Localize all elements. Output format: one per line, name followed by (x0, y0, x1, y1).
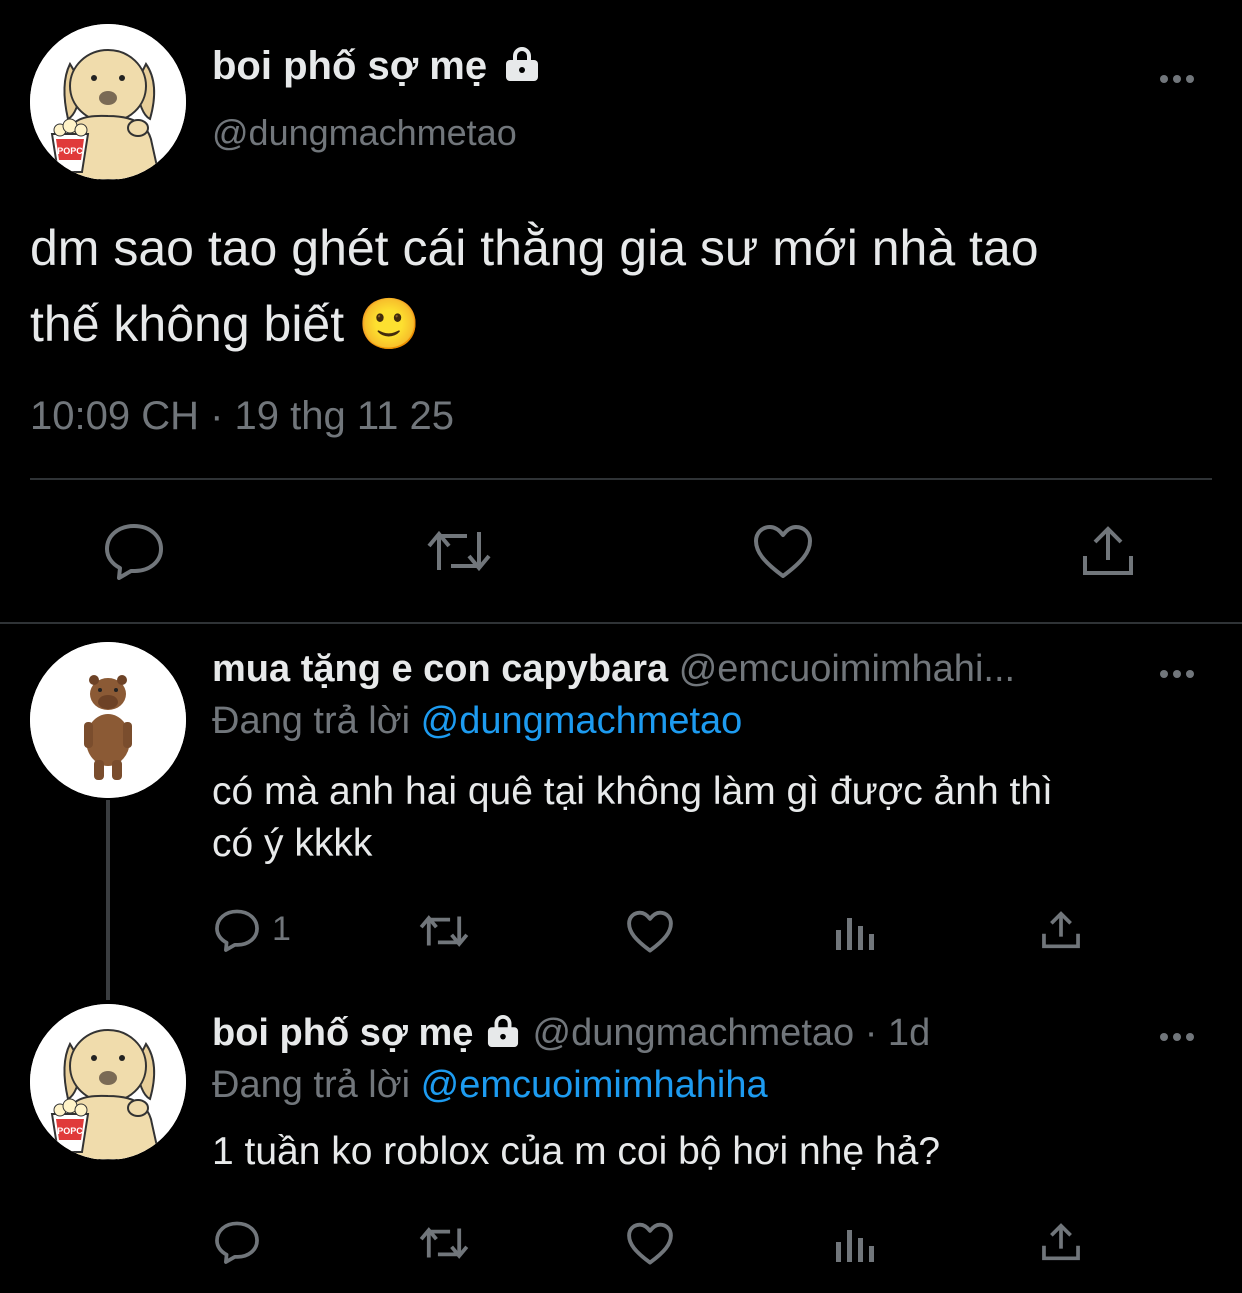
more-options-icon[interactable] (1160, 70, 1199, 88)
reply-text: có mà anh hai quê tại không làm gì được … (212, 766, 1053, 870)
reply-author-name[interactable]: boi phố sợ mẹ (212, 1012, 473, 1054)
author-handle[interactable]: @dungmachmetao (212, 112, 517, 154)
retweet-icon[interactable] (425, 526, 493, 576)
divider (30, 478, 1212, 480)
avatar-bucket-text: POPC (57, 146, 83, 156)
tweet-timestamp[interactable]: 10:09 CH · 19 thg 11 25 (30, 394, 454, 439)
tweet-text: dm sao tao ghét cái thằng gia sư mới nhà… (30, 210, 1039, 362)
reply-time[interactable]: · 1d (865, 1012, 930, 1054)
replying-to-label: Đang trả lời (212, 700, 411, 742)
author-display-name[interactable]: boi phố sợ mẹ (212, 44, 542, 89)
reply-header: mua tặng e con capybara @emcuoimimhahi..… (212, 648, 1015, 691)
reply-text-line: có ý kkkk (212, 822, 373, 865)
lock-icon (484, 1015, 522, 1047)
retweet-icon[interactable] (418, 1224, 470, 1262)
tweet-text-line: thế không biết 🙂 (30, 286, 1039, 362)
views-icon[interactable] (834, 1224, 876, 1264)
tweet-text-line: dm sao tao ghét cái thằng gia sư mới nhà… (30, 220, 1039, 276)
dog-popcorn-avatar-image: POPC (30, 24, 186, 180)
more-options-icon[interactable] (1160, 665, 1199, 683)
divider (0, 622, 1242, 624)
reply-text: 1 tuần ko roblox của m coi bộ hơi nhẹ hả… (212, 1130, 941, 1173)
share-icon[interactable] (1040, 1222, 1082, 1262)
replying-to-link[interactable]: @dungmachmetao (421, 700, 743, 742)
thread-connector-line (106, 800, 110, 1000)
share-icon[interactable] (1080, 524, 1136, 578)
reply-author-handle[interactable]: @emcuoimimhahi... (679, 648, 1015, 690)
retweet-icon[interactable] (418, 912, 470, 950)
display-name-text: boi phố sợ mẹ (212, 44, 488, 88)
reply-author-name[interactable]: mua tặng e con capybara (212, 648, 668, 690)
replying-to-label: Đang trả lời (212, 1064, 411, 1106)
reply-count: 1 (272, 910, 291, 948)
avatar[interactable]: POPC (30, 24, 186, 180)
reply-author-handle[interactable]: @dungmachmetao (533, 1012, 855, 1054)
like-icon[interactable] (626, 910, 674, 954)
avatar[interactable] (30, 642, 186, 798)
reply-icon[interactable] (214, 908, 260, 952)
more-options-icon[interactable] (1160, 1028, 1199, 1046)
avatar[interactable]: POPC (30, 1004, 186, 1160)
views-icon[interactable] (834, 912, 876, 952)
capybara-avatar-image (30, 642, 186, 798)
smile-emoji: 🙂 (358, 295, 421, 353)
replying-to-line: Đang trả lời @dungmachmetao (212, 700, 742, 743)
replying-to-link[interactable]: @emcuoimimhahiha (421, 1064, 768, 1106)
reply-icon[interactable] (214, 1220, 260, 1264)
avatar-bucket-text: POPC (57, 1126, 83, 1136)
dog-popcorn-avatar-image: POPC (30, 1004, 186, 1160)
like-icon[interactable] (626, 1222, 674, 1266)
reply-icon[interactable] (103, 522, 165, 580)
like-icon[interactable] (752, 524, 814, 580)
reply-text-line: có mà anh hai quê tại không làm gì được … (212, 770, 1053, 813)
reply-header: boi phố sợ mẹ @dungmachmetao · 1d (212, 1012, 930, 1055)
lock-icon (502, 47, 542, 81)
share-icon[interactable] (1040, 910, 1082, 950)
tweet-text-line-2: thế không biết (30, 296, 345, 352)
replying-to-line: Đang trả lời @emcuoimimhahiha (212, 1064, 768, 1107)
